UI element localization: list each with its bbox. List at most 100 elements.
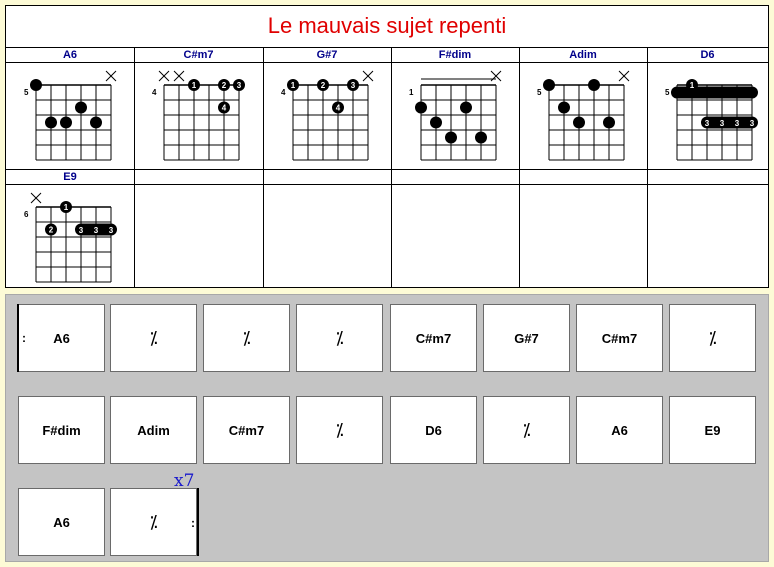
finger-dot	[543, 79, 555, 91]
fret-number: 4	[152, 88, 157, 97]
chord-name: Adim	[519, 48, 647, 63]
muted-string-icon	[105, 70, 117, 82]
finger-number: 1	[192, 81, 197, 90]
repeat-measure-cell: ⁒	[110, 488, 197, 556]
measure-cell: Adim	[110, 396, 197, 464]
empty-chord-cell	[519, 170, 648, 287]
chord-name: C#m7	[134, 48, 263, 63]
finger-dot	[415, 101, 427, 114]
repeat-measure-icon: ⁒	[242, 327, 251, 348]
measure-cell: E9	[669, 396, 756, 464]
measure-cell: F#dim	[18, 396, 105, 464]
repeat-end-barline	[197, 488, 199, 556]
fret-number: 6	[24, 210, 29, 219]
fret-number: 1	[409, 88, 414, 97]
chord-name: E9	[6, 170, 134, 185]
repeat-measure-cell: ⁒	[483, 396, 570, 464]
measure-chord-label: C#m7	[415, 330, 452, 346]
repeat-start-barline	[17, 304, 19, 372]
finger-number: 3	[720, 119, 725, 128]
measure-cell: C#m7	[576, 304, 663, 372]
chord-diagram: 41 2 34	[281, 70, 374, 161]
finger-number: 3	[735, 119, 740, 128]
chord-cell: C#m7 4 1 2 3 4	[134, 48, 264, 170]
finger-dot	[603, 116, 615, 129]
chord-name	[134, 170, 263, 185]
finger-dot	[445, 131, 457, 144]
repeat-measure-icon: ⁒	[335, 419, 344, 440]
finger-dot	[460, 101, 472, 114]
song-title: Le mauvais sujet repenti	[6, 6, 768, 48]
empty-chord-cell	[391, 170, 520, 287]
measure-cell: G#7	[483, 304, 570, 372]
repeat-count: x7	[174, 471, 195, 491]
chord-name: A6	[6, 48, 134, 63]
finger-dot	[60, 116, 72, 129]
measure-cell: A6	[18, 304, 105, 372]
chord-diagram: 5	[537, 70, 630, 161]
finger-number: 3	[351, 81, 356, 90]
chord-diagram: 5 3 3 3 3 1	[665, 79, 758, 161]
finger-number: 3	[79, 226, 84, 235]
repeat-measure-cell: ⁒	[110, 304, 197, 372]
empty-chord-cell	[647, 170, 768, 287]
barre-bar	[671, 86, 758, 99]
measure-chord-label: A6	[53, 330, 70, 346]
chord-diagram: 5	[24, 70, 117, 161]
chord-name: D6	[647, 48, 768, 63]
measure-chord-label: G#7	[514, 330, 539, 346]
chord-name	[391, 170, 519, 185]
repeat-measure-cell: ⁒	[296, 304, 383, 372]
muted-string-icon	[362, 70, 374, 82]
chord-diagram: 6 3 3 3 1 2	[24, 192, 117, 283]
measure-cell: D6	[390, 396, 477, 464]
finger-dot	[558, 101, 570, 114]
measure-chord-label: C#m7	[228, 422, 265, 438]
fret-number: 5	[24, 88, 29, 97]
muted-string-icon	[30, 192, 42, 204]
measure-cell: C#m7	[390, 304, 477, 372]
measure-cell: A6	[576, 396, 663, 464]
finger-dot	[30, 79, 42, 91]
chord-chart-table: Le mauvais sujet repenti A6 5 C#m7 4 1 2 3 4 G#7…	[5, 5, 769, 288]
fret-number: 5	[665, 88, 670, 97]
finger-number: 3	[237, 81, 242, 90]
finger-dot	[90, 116, 102, 129]
repeat-measure-icon: ⁒	[708, 327, 717, 348]
repeat-measure-icon: ⁒	[149, 327, 158, 348]
chord-cell: F#dim 1	[391, 48, 520, 170]
repeat-start-dots: :	[22, 331, 26, 345]
fret-number: 4	[281, 88, 286, 97]
empty-chord-cell	[134, 170, 264, 287]
measure-chord-label: A6	[611, 422, 628, 438]
muted-string-icon	[158, 70, 170, 82]
repeat-measure-cell: ⁒	[296, 396, 383, 464]
repeat-measure-cell: ⁒	[203, 304, 290, 372]
measure-chord-label: Adim	[137, 422, 170, 438]
measure-chord-label: F#dim	[42, 422, 81, 438]
chord-name: G#7	[263, 48, 391, 63]
repeat-measure-icon: ⁒	[335, 327, 344, 348]
finger-dot	[588, 79, 600, 91]
measure-chord-label: C#m7	[601, 330, 638, 346]
finger-number: 2	[321, 81, 326, 90]
measure-cell: C#m7	[203, 396, 290, 464]
finger-number: 1	[64, 203, 69, 212]
chord-cell: E9 6 3 3 3 1 2	[6, 170, 135, 287]
finger-number: 3	[94, 226, 99, 235]
chord-name	[263, 170, 391, 185]
repeat-end-dots: :	[191, 516, 195, 530]
chord-name	[519, 170, 647, 185]
chord-grid-panel: A6 ⁒ ⁒ ⁒ C#m7 G#7 C#m7 ⁒ F#dim Adim C#m7 ⁒ D6 ⁒ A6 E9 A6…	[5, 294, 769, 562]
muted-string-icon	[618, 70, 630, 82]
chord-cell: A6 5	[6, 48, 135, 170]
repeat-measure-icon: ⁒	[522, 419, 531, 440]
empty-chord-cell	[263, 170, 392, 287]
measure-chord-label: D6	[425, 422, 442, 438]
chord-cell: D6 5 3 3 3 3 1	[647, 48, 768, 170]
finger-dot	[45, 116, 57, 129]
chord-cell: Adim 5	[519, 48, 648, 170]
finger-number: 4	[336, 104, 341, 113]
finger-number: 1	[291, 81, 296, 90]
measure-chord-label: E9	[704, 422, 721, 438]
